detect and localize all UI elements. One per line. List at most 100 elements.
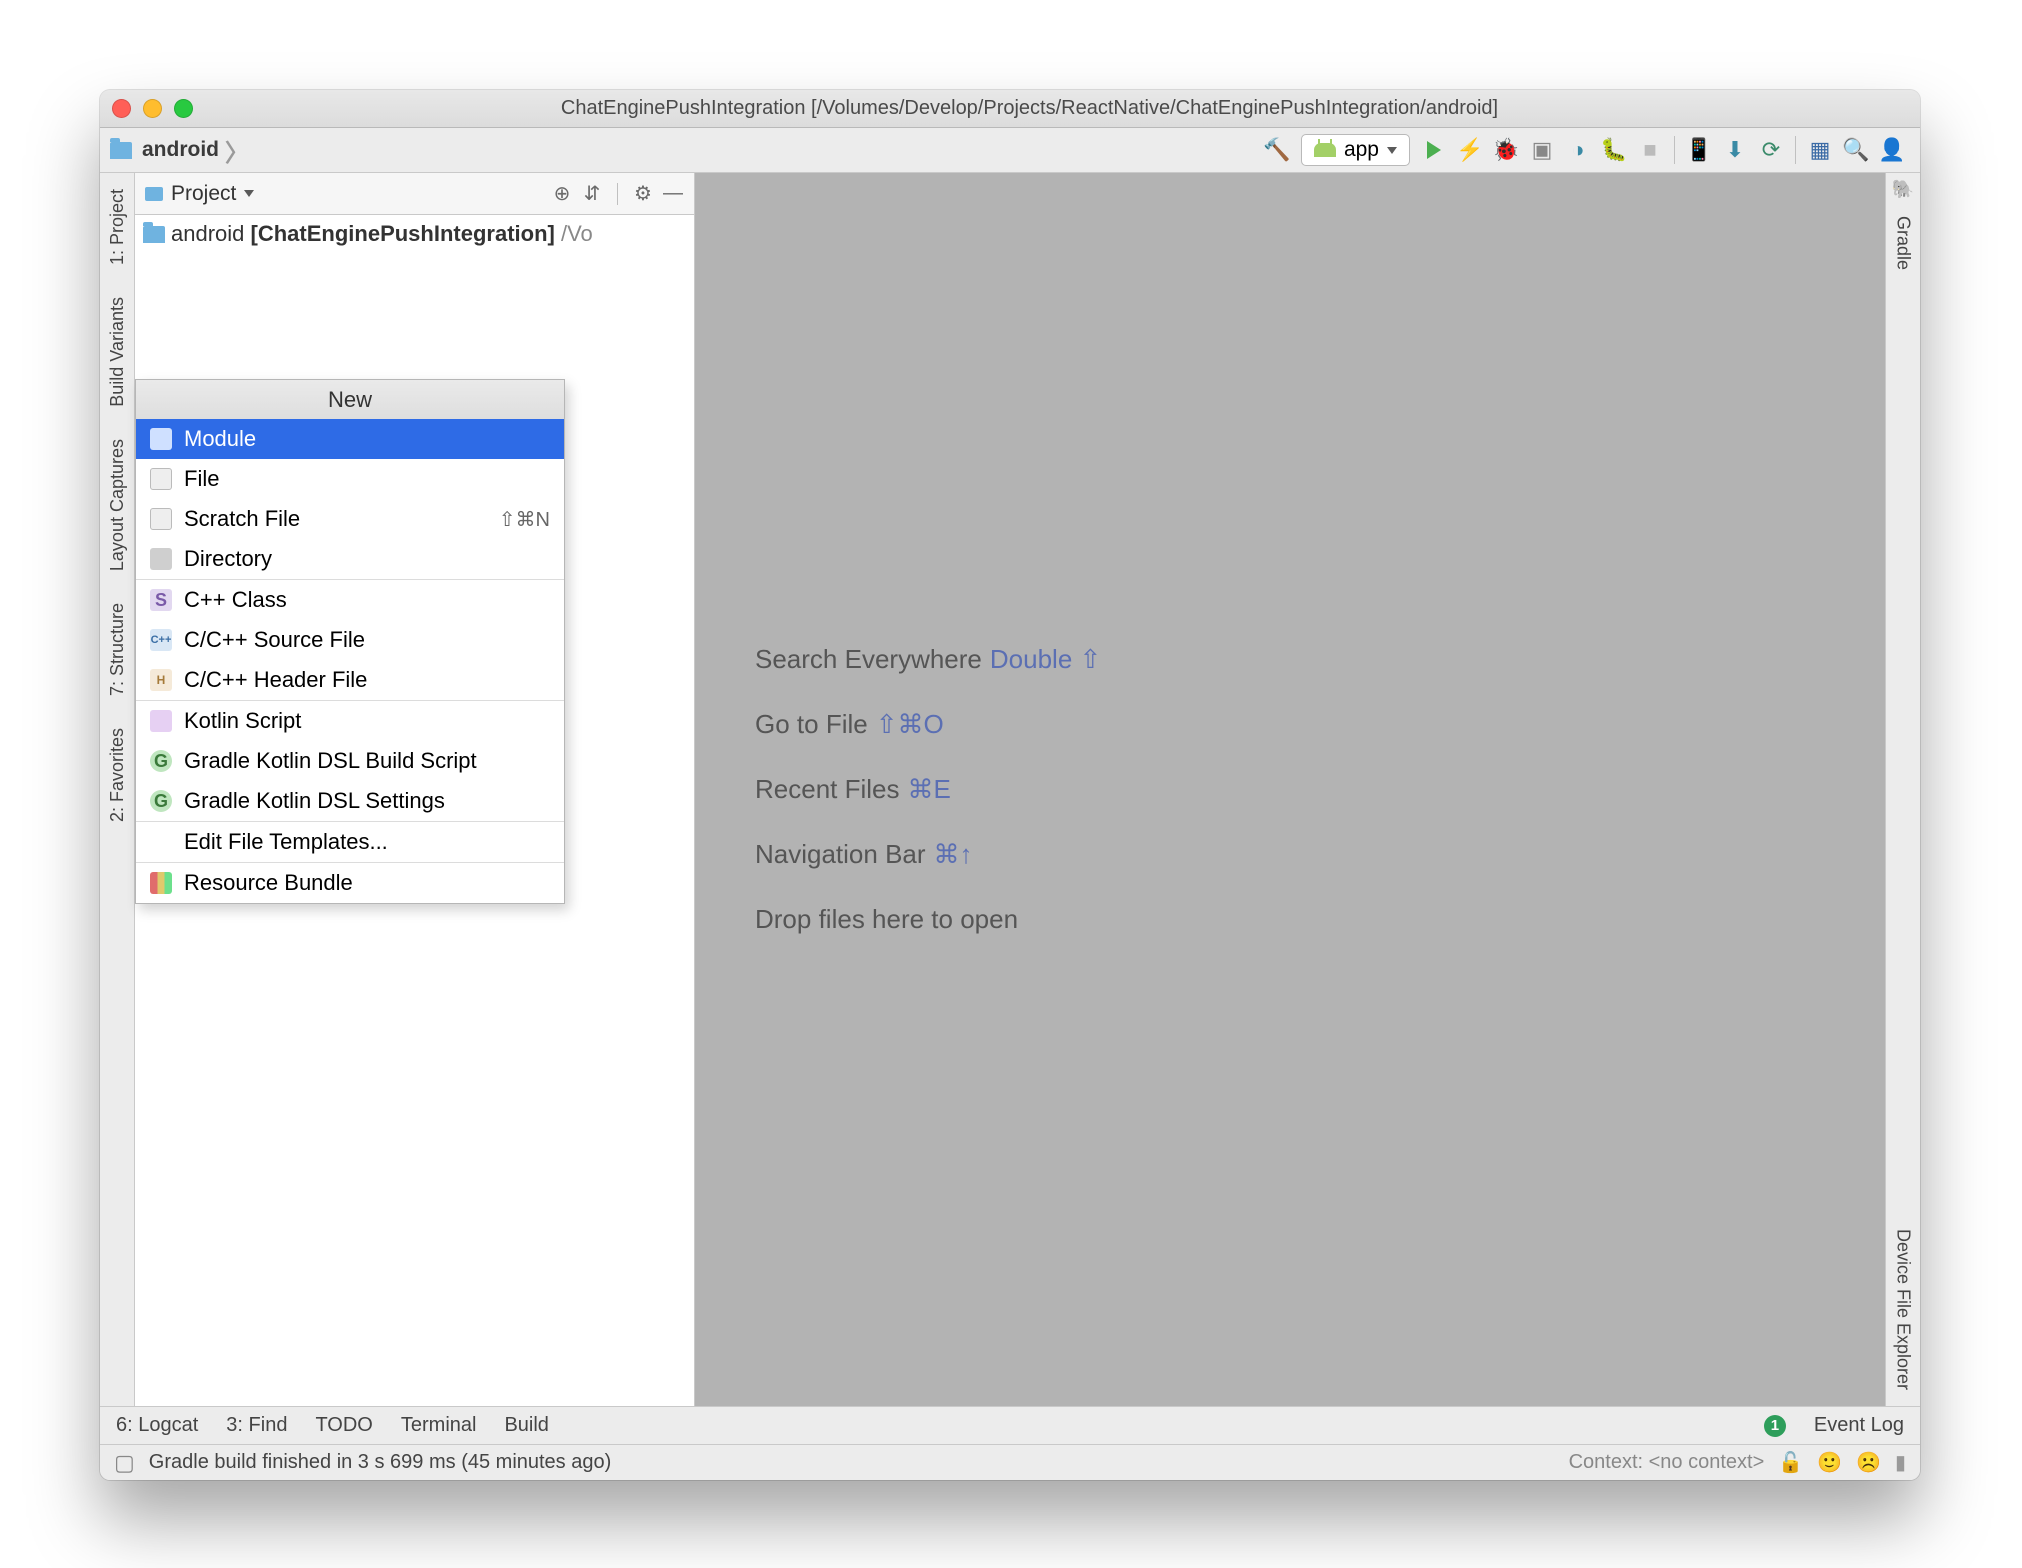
tree-module-path: /Vo <box>561 221 593 247</box>
hide-icon[interactable]: — <box>662 183 684 205</box>
separator <box>1795 136 1796 164</box>
sdk-manager-icon[interactable]: ⬇ <box>1720 135 1750 165</box>
breadcrumb-root: android <box>142 138 219 162</box>
main-area: 1: Project Build Variants Layout Capture… <box>100 173 1920 1406</box>
tool-window-project[interactable]: 1: Project <box>107 173 128 281</box>
sync-gradle-icon[interactable]: ⟳ <box>1756 135 1786 165</box>
titlebar: ChatEnginePushIntegration [/Volumes/Deve… <box>100 90 1920 128</box>
menu-item-resource-bundle[interactable]: Resource Bundle <box>136 863 564 903</box>
profile-icon[interactable]: ▣ <box>1527 135 1557 165</box>
memory-indicator-icon[interactable]: ▮ <box>1895 1450 1906 1475</box>
project-tree-root[interactable]: android [ChatEnginePushIntegration] /Vo <box>135 215 694 253</box>
menu-item-file[interactable]: File <box>136 459 564 499</box>
tab-build[interactable]: Build <box>504 1414 548 1437</box>
hammer-icon[interactable]: 🔨 <box>1262 135 1292 165</box>
tab-logcat[interactable]: 6: Logcat <box>116 1414 198 1437</box>
context-menu-title: New <box>136 379 564 419</box>
tab-find[interactable]: 3: Find <box>226 1414 287 1437</box>
menu-item-cpp-header[interactable]: H C/C++ Header File <box>136 660 564 700</box>
file-icon <box>150 468 172 490</box>
coverage-icon[interactable]: ◑ <box>1563 135 1593 165</box>
tab-terminal[interactable]: Terminal <box>401 1414 477 1437</box>
folder-icon <box>143 226 165 243</box>
menu-item-directory[interactable]: Directory <box>136 539 564 579</box>
menu-item-edit-file-templates[interactable]: Edit File Templates... <box>136 822 564 862</box>
smile-icon[interactable]: 🙂 <box>1817 1450 1842 1475</box>
lock-icon[interactable]: 🔓 <box>1778 1450 1803 1475</box>
hint-search-everywhere: Search Everywhere Double ⇧ <box>755 644 1101 675</box>
menu-item-gradle-build-script[interactable]: G Gradle Kotlin DSL Build Script <box>136 741 564 781</box>
chevron-down-icon[interactable] <box>244 190 254 197</box>
tool-window-layout-captures[interactable]: Layout Captures <box>107 423 128 587</box>
run-config-label: app <box>1344 138 1379 162</box>
gradle-script-icon: G <box>150 750 172 772</box>
menu-item-scratch-file[interactable]: Scratch File ⇧⌘N <box>136 499 564 539</box>
profile-avatar-icon[interactable]: 👤 <box>1877 135 1907 165</box>
editor-empty-state: Search Everywhere Double ⇧ Go to File ⇧⌘… <box>695 173 1885 1406</box>
frown-icon[interactable]: ☹️ <box>1856 1450 1881 1475</box>
locate-icon[interactable]: ⊕ <box>551 183 573 205</box>
kotlin-script-icon <box>150 710 172 732</box>
menu-item-cpp-source[interactable]: C++ C/C++ Source File <box>136 620 564 660</box>
tree-module-bold: [ChatEnginePushIntegration] <box>251 221 555 247</box>
stop-icon[interactable]: ■ <box>1635 135 1665 165</box>
cpp-header-icon: H <box>150 669 172 691</box>
toolbar: android 〉 🔨 app ⚡ 🐞 ▣ ◑ 🐛 ■ 📱 ⬇ ⟳ ▦ 🔍 👤 <box>100 128 1920 173</box>
directory-icon <box>150 548 172 570</box>
tool-window-favorites[interactable]: 2: Favorites <box>107 712 128 838</box>
project-panel-header: Project ⊕ ⇵ ⚙ — <box>135 173 694 215</box>
hint-drop-files: Drop files here to open <box>755 904 1018 935</box>
run-config-selector[interactable]: app <box>1301 134 1410 166</box>
project-structure-icon[interactable]: ▦ <box>1805 135 1835 165</box>
collapse-all-icon[interactable]: ⇵ <box>581 183 603 205</box>
cpp-class-icon: S <box>150 589 172 611</box>
status-bar-toggle-icon[interactable]: ▢ <box>114 1450 135 1476</box>
maximize-icon[interactable] <box>174 99 193 118</box>
search-icon[interactable]: 🔍 <box>1841 135 1871 165</box>
context-menu-new: New Module File Scratch File ⇧⌘N Directo… <box>135 379 565 904</box>
apply-changes-icon[interactable]: ⚡ <box>1455 135 1485 165</box>
menu-item-module[interactable]: Module <box>136 419 564 459</box>
android-icon <box>1314 143 1336 157</box>
ide-window: ChatEnginePushIntegration [/Volumes/Deve… <box>100 90 1920 1480</box>
hint-navigation-bar: Navigation Bar ⌘↑ <box>755 839 973 870</box>
left-tool-strip: 1: Project Build Variants Layout Capture… <box>100 173 135 1406</box>
menu-item-kotlin-script[interactable]: Kotlin Script <box>136 701 564 741</box>
status-bar: ▢ Gradle build finished in 3 s 699 ms (4… <box>100 1444 1920 1480</box>
debug-icon[interactable]: 🐞 <box>1491 135 1521 165</box>
folder-icon <box>110 142 132 159</box>
right-tool-strip: 🐘 Gradle Device File Explorer <box>1885 173 1920 1406</box>
bottom-tool-tabs: 6: Logcat 3: Find TODO Terminal Build 1 … <box>100 1406 1920 1444</box>
tool-window-gradle[interactable]: Gradle <box>1893 200 1914 286</box>
menu-item-gradle-settings[interactable]: G Gradle Kotlin DSL Settings <box>136 781 564 821</box>
tool-window-build-variants[interactable]: Build Variants <box>107 281 128 423</box>
avd-manager-icon[interactable]: 📱 <box>1684 135 1714 165</box>
status-context[interactable]: Context: <no context> <box>1569 1451 1765 1474</box>
run-button[interactable] <box>1419 135 1449 165</box>
project-panel-title[interactable]: Project <box>171 182 236 206</box>
cpp-source-icon: C++ <box>150 629 172 651</box>
status-message: Gradle build finished in 3 s 699 ms (45 … <box>149 1451 611 1474</box>
hint-go-to-file: Go to File ⇧⌘O <box>755 709 944 740</box>
close-icon[interactable] <box>112 99 131 118</box>
hint-recent-files: Recent Files ⌘E <box>755 774 951 805</box>
gear-icon[interactable]: ⚙ <box>632 183 654 205</box>
chevron-down-icon <box>1387 147 1397 154</box>
scratch-file-icon <box>150 508 172 530</box>
module-icon <box>150 428 172 450</box>
gradle-icon: 🐘 <box>1892 179 1914 200</box>
attach-debugger-icon[interactable]: 🐛 <box>1599 135 1629 165</box>
separator <box>1674 136 1675 164</box>
tab-todo[interactable]: TODO <box>315 1414 372 1437</box>
tab-event-log[interactable]: Event Log <box>1814 1414 1904 1437</box>
tool-window-device-file-explorer[interactable]: Device File Explorer <box>1893 1213 1914 1406</box>
blank-icon <box>150 831 172 853</box>
event-log-badge: 1 <box>1764 1415 1786 1437</box>
project-view-icon <box>145 187 163 201</box>
breadcrumb[interactable]: android 〉 <box>110 133 251 168</box>
menu-item-cpp-class[interactable]: S C++ Class <box>136 580 564 620</box>
window-title: ChatEnginePushIntegration [/Volumes/Deve… <box>211 97 1848 120</box>
minimize-icon[interactable] <box>143 99 162 118</box>
tool-window-structure[interactable]: 7: Structure <box>107 587 128 712</box>
resource-bundle-icon <box>150 872 172 894</box>
